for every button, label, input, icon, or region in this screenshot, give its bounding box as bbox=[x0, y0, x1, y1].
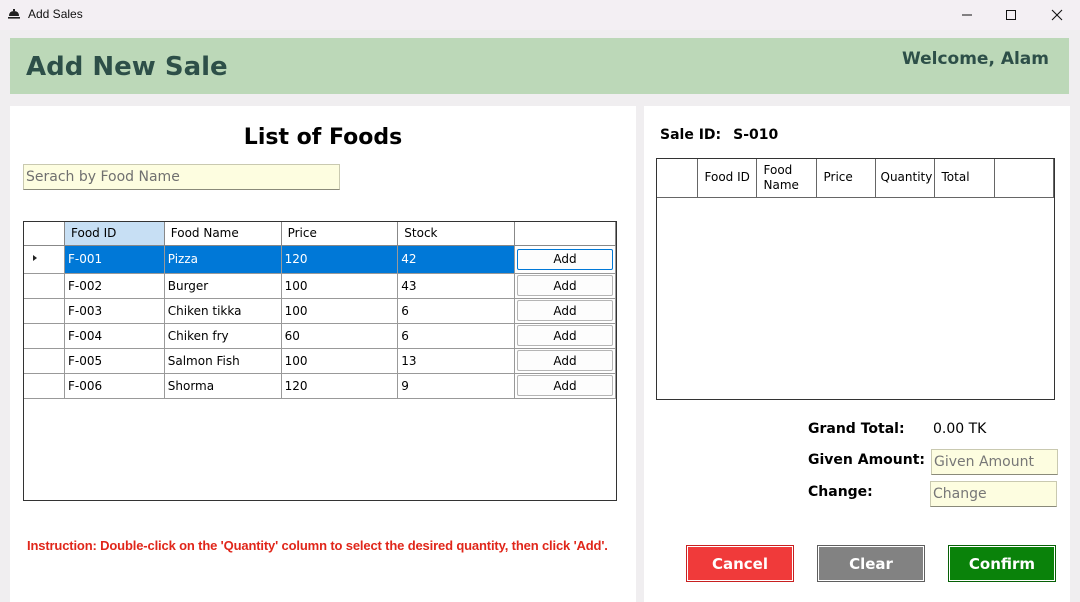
stock-cell[interactable]: 13 bbox=[397, 348, 515, 374]
current-row-arrow-icon bbox=[33, 254, 37, 261]
add-food-button[interactable]: Add bbox=[516, 325, 613, 346]
food-name-cell[interactable]: Chiken tikka bbox=[164, 298, 282, 324]
confirm-button[interactable]: Confirm bbox=[948, 545, 1056, 582]
instruction-text: Instruction: Double-click on the 'Quanti… bbox=[27, 538, 608, 553]
welcome-text: Welcome, Alam bbox=[901, 49, 1049, 69]
cancel-button[interactable]: Cancel bbox=[686, 545, 794, 582]
add-food-button[interactable]: Add bbox=[516, 375, 613, 396]
given-amount-label: Given Amount: bbox=[808, 452, 926, 468]
table-row[interactable]: F-002 Burger 100 43 Add bbox=[24, 273, 616, 299]
sale-id-label: Sale ID: bbox=[660, 127, 722, 143]
column-header-price[interactable]: Price bbox=[816, 159, 876, 198]
food-id-cell[interactable]: F-003 bbox=[64, 298, 165, 324]
price-cell[interactable]: 100 bbox=[281, 273, 399, 299]
page-title: Add New Sale bbox=[26, 52, 228, 82]
sale-items-grid[interactable]: Food ID Food Name Price Quantity Total bbox=[656, 158, 1055, 400]
column-header-stock[interactable]: Stock bbox=[397, 222, 515, 246]
food-id-cell[interactable]: F-001 bbox=[64, 245, 165, 274]
given-amount-input[interactable] bbox=[931, 449, 1058, 475]
change-label: Change: bbox=[808, 484, 873, 500]
row-selector[interactable] bbox=[24, 373, 65, 399]
grand-total-label: Grand Total: bbox=[808, 421, 905, 437]
maximize-icon bbox=[1006, 10, 1016, 20]
row-selector[interactable] bbox=[24, 323, 65, 349]
stock-cell[interactable]: 6 bbox=[397, 298, 515, 324]
window-title: Add Sales bbox=[28, 7, 83, 21]
stock-cell[interactable]: 42 bbox=[397, 245, 515, 274]
add-food-button[interactable]: Add bbox=[516, 300, 613, 321]
price-cell[interactable]: 120 bbox=[281, 373, 399, 399]
food-id-cell[interactable]: F-002 bbox=[64, 273, 165, 299]
close-icon bbox=[1051, 9, 1063, 21]
food-list-title: List of Foods bbox=[243, 125, 403, 150]
action-cell: Add bbox=[514, 373, 616, 399]
food-id-cell[interactable]: F-006 bbox=[64, 373, 165, 399]
table-row[interactable]: F-004 Chiken fry 60 6 Add bbox=[24, 323, 616, 349]
add-food-button[interactable]: Add bbox=[516, 275, 613, 296]
table-row[interactable]: F-001 Pizza 120 42 Add bbox=[24, 245, 616, 274]
column-header-price[interactable]: Price bbox=[281, 222, 399, 246]
row-selector[interactable] bbox=[24, 273, 65, 299]
row-selector[interactable] bbox=[24, 298, 65, 324]
food-name-cell[interactable]: Chiken fry bbox=[164, 323, 282, 349]
price-cell[interactable]: 60 bbox=[281, 323, 399, 349]
column-header-total[interactable]: Total bbox=[934, 159, 995, 198]
action-cell: Add bbox=[514, 298, 616, 324]
food-name-cell[interactable]: Pizza bbox=[164, 245, 282, 274]
table-row[interactable]: F-003 Chiken tikka 100 6 Add bbox=[24, 298, 616, 324]
grand-total-value: 0.00 TK bbox=[933, 421, 987, 437]
action-cell: Add bbox=[514, 348, 616, 374]
add-food-button[interactable]: Add bbox=[516, 248, 613, 270]
food-name-cell[interactable]: Shorma bbox=[164, 373, 282, 399]
column-header-food-name[interactable]: Food Name bbox=[164, 222, 282, 246]
clear-button[interactable]: Clear bbox=[817, 545, 925, 582]
window-titlebar: Add Sales bbox=[0, 0, 1080, 30]
action-cell: Add bbox=[514, 323, 616, 349]
food-list-panel: List of Foods Food ID Food Name Price St… bbox=[10, 106, 636, 602]
food-grid[interactable]: Food ID Food Name Price Stock F-001 Pizz… bbox=[23, 221, 617, 501]
row-selector[interactable] bbox=[24, 348, 65, 374]
row-header-corner bbox=[657, 159, 698, 198]
sale-grid-header: Food ID Food Name Price Quantity Total bbox=[657, 159, 1054, 198]
food-name-cell[interactable]: Salmon Fish bbox=[164, 348, 282, 374]
column-header-food-id[interactable]: Food ID bbox=[64, 222, 165, 246]
price-cell[interactable]: 100 bbox=[281, 348, 399, 374]
stock-cell[interactable]: 9 bbox=[397, 373, 515, 399]
food-grid-header: Food ID Food Name Price Stock bbox=[24, 222, 616, 246]
price-cell[interactable]: 100 bbox=[281, 298, 399, 324]
add-food-button[interactable]: Add bbox=[516, 350, 613, 371]
table-row[interactable]: F-006 Shorma 120 9 Add bbox=[24, 373, 616, 399]
row-selector[interactable] bbox=[24, 245, 65, 274]
table-row[interactable]: F-005 Salmon Fish 100 13 Add bbox=[24, 348, 616, 374]
column-header-food-id[interactable]: Food ID bbox=[697, 159, 757, 198]
action-cell: Add bbox=[514, 245, 616, 274]
column-header-quantity[interactable]: Quantity bbox=[875, 159, 935, 198]
stock-cell[interactable]: 6 bbox=[397, 323, 515, 349]
food-search-input[interactable] bbox=[23, 164, 340, 190]
column-header-action bbox=[514, 222, 616, 246]
close-window-button[interactable] bbox=[1034, 0, 1080, 30]
stock-cell[interactable]: 43 bbox=[397, 273, 515, 299]
row-header-corner bbox=[24, 222, 65, 246]
sale-id-value: S-010 bbox=[733, 127, 779, 143]
food-name-cell[interactable]: Burger bbox=[164, 273, 282, 299]
action-cell: Add bbox=[514, 273, 616, 299]
app-icon bbox=[7, 7, 21, 21]
change-input[interactable] bbox=[930, 481, 1057, 507]
minimize-icon bbox=[962, 14, 972, 16]
column-header-blank bbox=[994, 159, 1054, 198]
price-cell[interactable]: 120 bbox=[281, 245, 399, 274]
sale-panel: Sale ID: S-010 Food ID Food Name Price Qu… bbox=[644, 106, 1070, 602]
minimize-button[interactable] bbox=[944, 0, 990, 30]
sale-id: Sale ID: S-010 bbox=[660, 127, 778, 143]
food-id-cell[interactable]: F-004 bbox=[64, 323, 165, 349]
page-header: Add New Sale Welcome, Alam bbox=[10, 38, 1069, 94]
maximize-button[interactable] bbox=[988, 0, 1034, 30]
column-header-food-name[interactable]: Food Name bbox=[756, 159, 817, 198]
food-id-cell[interactable]: F-005 bbox=[64, 348, 165, 374]
